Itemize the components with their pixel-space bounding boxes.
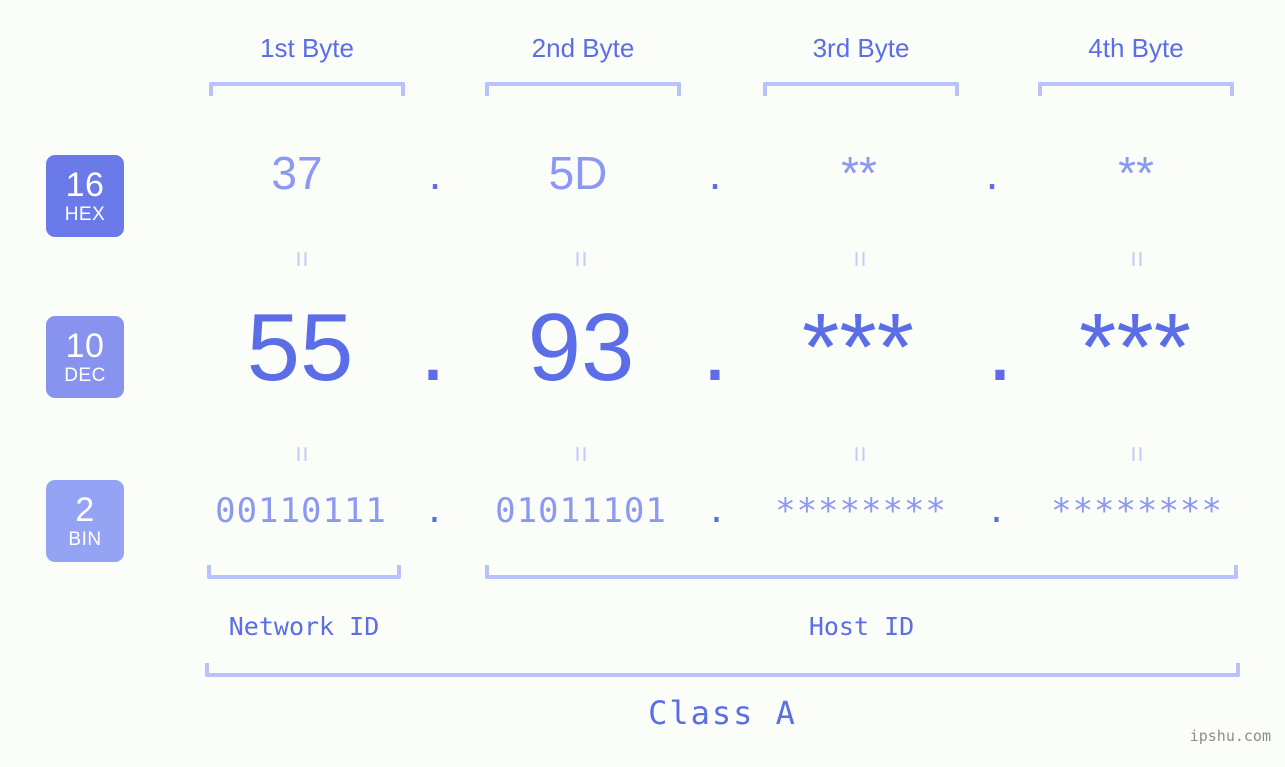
network-id-bracket <box>207 565 401 579</box>
hex-separator-1: . <box>428 147 442 199</box>
byte-header-2: 2nd Byte <box>531 33 635 63</box>
hex-byte-1: 37 <box>271 147 323 199</box>
bin-byte-3: ******** <box>775 491 947 531</box>
dec-separator-3: . <box>986 294 1014 401</box>
bin-byte-4: ******** <box>1051 491 1223 531</box>
class-bracket <box>205 663 1240 677</box>
hex-separator-2: . <box>708 147 722 199</box>
bin-byte-1: 00110111 <box>215 491 387 531</box>
dec-byte-3: *** <box>801 294 915 401</box>
host-id-label: Host ID <box>808 612 915 641</box>
hex-byte-2: 5D <box>548 147 608 199</box>
base-badge-hex: 16 HEX <box>46 155 124 237</box>
equals-icon-dec-bin-2: = <box>566 445 597 463</box>
hex-separator-3: . <box>985 147 999 199</box>
byte-header-3: 3rd Byte <box>812 33 910 63</box>
bin-separator-1: . <box>424 491 446 531</box>
site-watermark: ipshu.com <box>1189 727 1271 745</box>
dec-separator-2: . <box>701 294 729 401</box>
byte-bracket-2 <box>485 82 681 96</box>
equals-icon-hex-dec-3: = <box>845 250 876 268</box>
base-badge-hex-number: 16 <box>65 166 105 204</box>
ip-class-label: Class A <box>648 694 797 732</box>
equals-icon-dec-bin-3: = <box>845 445 876 463</box>
dec-byte-2: 93 <box>527 294 635 401</box>
dec-byte-1: 55 <box>246 294 354 401</box>
dec-byte-4: *** <box>1078 294 1192 401</box>
base-badge-bin-number: 2 <box>75 491 95 529</box>
byte-bracket-4 <box>1038 82 1234 96</box>
base-badge-dec-number: 10 <box>65 327 105 365</box>
bin-separator-3: . <box>986 491 1008 531</box>
base-badge-dec-label: DEC <box>64 365 106 386</box>
equals-icon-dec-bin-1: = <box>287 445 318 463</box>
byte-header-1: 1st Byte <box>260 33 354 63</box>
network-id-label: Network ID <box>228 612 380 641</box>
equals-icon-dec-bin-4: = <box>1122 445 1153 463</box>
equals-icon-hex-dec-4: = <box>1122 250 1153 268</box>
dec-separator-1: . <box>419 294 447 401</box>
hex-byte-3: ** <box>841 147 877 199</box>
host-id-bracket <box>485 565 1238 579</box>
base-badge-dec: 10 DEC <box>46 316 124 398</box>
byte-bracket-3 <box>763 82 959 96</box>
base-badge-bin-label: BIN <box>68 529 102 550</box>
hex-byte-4: ** <box>1118 147 1154 199</box>
ip-breakdown-diagram: 1st Byte 2nd Byte 3rd Byte 4th Byte 16 H… <box>0 0 1285 767</box>
bin-separator-2: . <box>706 491 728 531</box>
byte-bracket-1 <box>209 82 405 96</box>
equals-icon-hex-dec-1: = <box>287 250 318 268</box>
base-badge-hex-label: HEX <box>64 204 106 225</box>
base-badge-bin: 2 BIN <box>46 480 124 562</box>
equals-icon-hex-dec-2: = <box>566 250 597 268</box>
byte-header-4: 4th Byte <box>1088 33 1184 63</box>
bin-byte-2: 01011101 <box>495 491 667 531</box>
